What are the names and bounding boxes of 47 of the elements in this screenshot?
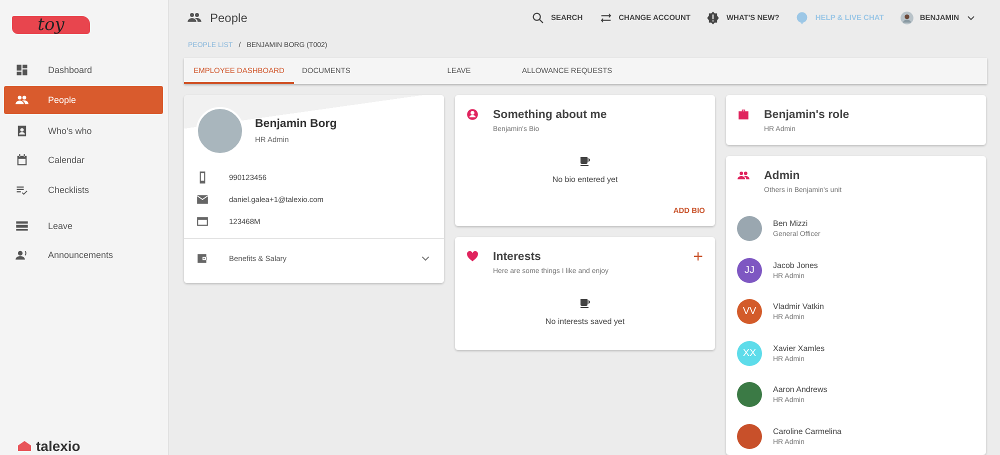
card-icon [196, 215, 209, 228]
add-button[interactable]: + [693, 250, 703, 264]
nav-item[interactable]: Checklists [4, 176, 163, 204]
employee-name: Benjamin Borg [255, 118, 337, 130]
heart-icon [466, 250, 479, 264]
member-name: Caroline Carmelina [773, 426, 842, 436]
nav-item[interactable]: Who's who [4, 116, 163, 144]
mail-icon [196, 193, 209, 206]
badge-icon [15, 124, 29, 138]
page-title: People [210, 10, 248, 25]
people-icon [737, 169, 750, 182]
initials-avatar: XX [737, 340, 762, 366]
card-title: Interests [493, 251, 542, 264]
empty-message: No bio entered yet [552, 175, 618, 184]
initials-avatar: VV [737, 299, 762, 324]
member-name: Aaron Andrews [773, 385, 828, 394]
card-title: Something about me [493, 109, 607, 122]
brand-mark-icon [18, 441, 31, 451]
nav-item[interactable]: Calendar [4, 146, 163, 174]
dashboard-icon [15, 63, 29, 77]
member-name: Xavier Xamles [773, 344, 825, 353]
card-title: Admin [764, 170, 801, 182]
coffee-cup-icon [579, 155, 591, 168]
wallet-icon [196, 252, 209, 265]
calendar-icon [15, 153, 29, 167]
initials-avatar: JJ [737, 258, 762, 283]
nav-item[interactable]: Leave [4, 212, 163, 240]
empty-message: No interests saved yet [545, 317, 625, 326]
briefcase-icon [737, 108, 750, 122]
member-name: Jacob Jones [773, 260, 818, 270]
speaker-person-icon [15, 248, 29, 262]
help-icon [795, 10, 810, 25]
nav-item[interactable]: Dashboard [4, 56, 163, 84]
search-icon [530, 10, 545, 25]
logo: toy [12, 16, 90, 34]
person-icon [466, 108, 479, 122]
nav-item[interactable]: Announcements [4, 241, 163, 269]
member-name: Ben Mizzi [773, 219, 809, 228]
member-name: Vladmir Vatkin [773, 302, 824, 312]
brand-name: talexio [36, 438, 80, 454]
swap-icon [598, 10, 613, 25]
nav-item[interactable]: People [4, 86, 163, 114]
card-title: Benjamin's role [764, 109, 850, 122]
coffee-cup-icon [579, 297, 591, 310]
alert-badge-icon [706, 10, 720, 25]
avatar-icon [900, 10, 914, 25]
list-icon [15, 218, 29, 232]
